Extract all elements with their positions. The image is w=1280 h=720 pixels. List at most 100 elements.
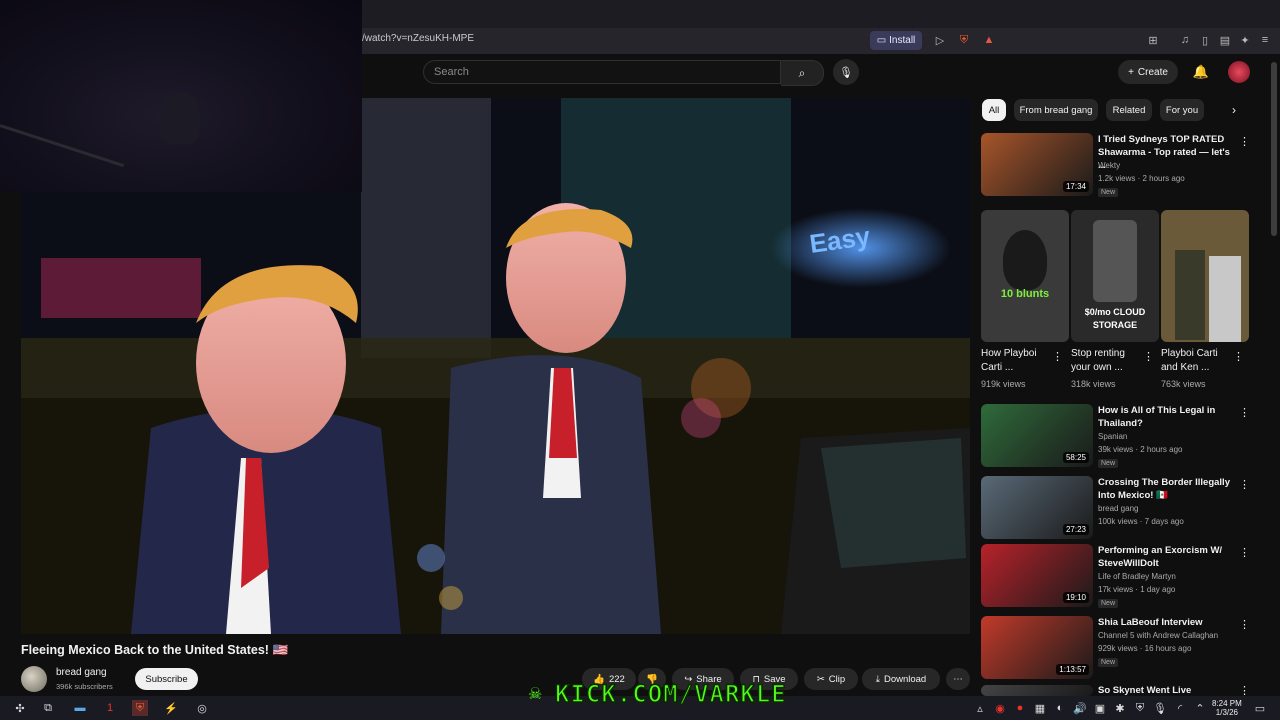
rec-channel[interactable]: Life of Bradley Martyn xyxy=(1098,571,1176,583)
sidebar-icon[interactable]: ▯ xyxy=(1198,33,1212,47)
rec-title[interactable]: So Skynet Went Live xyxy=(1098,684,1232,696)
rec-title[interactable]: Performing an Exorcism W/ SteveWillDoIt xyxy=(1098,544,1232,570)
obs-icon[interactable]: ◎ xyxy=(194,700,210,716)
tray-icon[interactable]: ▵ xyxy=(972,700,988,716)
start-icon[interactable]: ✣ xyxy=(12,700,28,716)
more-vert-icon[interactable]: ⋮ xyxy=(1239,618,1250,631)
more-actions-button[interactable]: ⋯ xyxy=(946,668,970,690)
new-badge: New xyxy=(1098,658,1119,667)
voice-search-icon[interactable]: 🎙 xyxy=(833,59,859,85)
wallet-icon[interactable]: ▤ xyxy=(1218,33,1232,47)
new-badge: New xyxy=(1098,459,1119,468)
clip-button[interactable]: ✂ Clip xyxy=(804,668,858,690)
shield-icon[interactable]: ⛨ xyxy=(1132,700,1148,716)
duration-badge: 58:25 xyxy=(1062,452,1089,463)
search-input[interactable]: Search xyxy=(423,60,781,84)
rec-meta: 17k views · 1 day ago xyxy=(1098,585,1176,594)
tray-icon[interactable]: ▣ xyxy=(1092,700,1108,716)
create-label: Create xyxy=(1137,66,1168,78)
more-vert-icon[interactable]: ⋮ xyxy=(1143,350,1154,363)
file-explorer-icon[interactable]: ▬ xyxy=(72,700,88,716)
cast-icon[interactable]: ▷ xyxy=(933,33,947,47)
scissors-icon: ✂ xyxy=(816,673,825,685)
menu-icon[interactable]: ≡ xyxy=(1258,33,1272,47)
rec-title[interactable]: Crossing The Border Illegally Into Mexic… xyxy=(1098,476,1232,502)
short-title[interactable]: Playboi Carti and Ken ... xyxy=(1161,347,1233,375)
chip-related[interactable]: Related xyxy=(1106,99,1152,121)
download-icon: ⤓ xyxy=(875,673,880,685)
short-thumbnail[interactable]: 10 blunts xyxy=(981,210,1069,342)
more-vert-icon[interactable]: ⋮ xyxy=(1239,135,1250,148)
short-title[interactable]: Stop renting your own ... xyxy=(1071,347,1143,375)
scrollbar-thumb[interactable] xyxy=(1271,62,1277,236)
bluetooth-icon[interactable]: ✱ xyxy=(1112,700,1128,716)
short-views: 318k views xyxy=(1071,379,1116,389)
chip-from-channel[interactable]: From bread gang xyxy=(1014,99,1098,121)
subscribe-button[interactable]: Subscribe xyxy=(135,668,198,690)
notifications-bell-icon[interactable]: 🔔 xyxy=(1192,62,1210,82)
short-caption: $0/mo CLOUD STORAGE xyxy=(1084,307,1146,330)
account-avatar[interactable] xyxy=(1228,61,1250,83)
skull-icon: ☠ xyxy=(528,686,543,703)
more-vert-icon[interactable]: ⋮ xyxy=(1239,478,1250,491)
chevron-up-icon[interactable]: ⌃ xyxy=(1192,700,1208,716)
task-view-icon[interactable]: ⧉ xyxy=(40,700,56,716)
rec-thumbnail[interactable]: 1:13:57 xyxy=(981,616,1093,679)
app-icon[interactable]: 1 xyxy=(102,700,118,716)
rec-meta: 1.2k views · 2 hours ago xyxy=(1098,174,1185,183)
rec-thumbnail[interactable] xyxy=(981,685,1093,696)
channel-avatar[interactable] xyxy=(21,666,47,692)
rec-thumbnail[interactable]: 17:34 xyxy=(981,133,1093,196)
install-button[interactable]: ▭ Install xyxy=(870,31,922,50)
brave-browser-icon[interactable]: ⛨ xyxy=(132,700,148,716)
tray-icon[interactable]: ◐ xyxy=(1052,700,1068,716)
new-badge: New xyxy=(1098,599,1119,608)
record-icon[interactable]: ◉ xyxy=(992,700,1008,716)
more-vert-icon[interactable]: ⋮ xyxy=(1239,406,1250,419)
thumbnail-image xyxy=(981,685,1093,696)
rewards-icon[interactable]: ▲ xyxy=(982,33,996,47)
download-label: Download xyxy=(883,673,927,685)
chevron-right-icon[interactable]: › xyxy=(1226,102,1242,118)
clock-time: 8:24 PM xyxy=(1212,699,1242,708)
tray-icon[interactable]: ▦ xyxy=(1032,700,1048,716)
rec-thumbnail[interactable]: 58:25 xyxy=(981,404,1093,467)
rec-channel[interactable]: Channel 5 with Andrew Callaghan xyxy=(1098,630,1238,642)
lightning-icon[interactable]: ⚡ xyxy=(163,700,179,716)
wifi-icon[interactable]: ◜ xyxy=(1172,700,1188,716)
create-button[interactable]: + Create xyxy=(1118,60,1178,84)
channel-name[interactable]: bread gang xyxy=(56,667,107,678)
new-badge: New xyxy=(1098,188,1119,197)
more-vert-icon[interactable]: ⋮ xyxy=(1239,546,1250,559)
puzzle-icon[interactable]: ✦ xyxy=(1238,33,1252,47)
url-text[interactable]: /watch?v=nZesuKH-MPE xyxy=(362,33,474,44)
chip-all[interactable]: All xyxy=(982,99,1006,121)
search-icon[interactable]: ⌕ xyxy=(781,60,824,86)
brave-shield-icon[interactable]: ⛨ xyxy=(957,33,971,47)
short-thumbnail[interactable] xyxy=(1161,210,1249,342)
volume-icon[interactable]: 🔊 xyxy=(1072,700,1088,716)
mic-arm xyxy=(0,124,125,168)
tray-dot-icon[interactable]: ● xyxy=(1012,700,1028,716)
rec-title[interactable]: Shia LaBeouf Interview xyxy=(1098,616,1232,629)
extensions-icon[interactable]: ⊞ xyxy=(1146,33,1160,47)
media-icon[interactable]: ♫ xyxy=(1178,33,1192,47)
rec-title[interactable]: How is All of This Legal in Thailand? xyxy=(1098,404,1232,430)
rec-thumbnail[interactable]: 27:23 xyxy=(981,476,1093,539)
show-desktop-icon[interactable]: ▭ xyxy=(1252,700,1268,716)
more-vert-icon[interactable]: ⋮ xyxy=(1052,350,1063,363)
chip-for-you[interactable]: For you xyxy=(1160,99,1204,121)
rec-channel[interactable]: bread gang xyxy=(1098,503,1138,515)
download-button[interactable]: ⤓ Download xyxy=(862,668,940,690)
more-vert-icon[interactable]: ⋮ xyxy=(1233,350,1244,363)
system-clock[interactable]: 8:24 PM 1/3/26 xyxy=(1212,699,1242,717)
rec-channel[interactable]: Wekty xyxy=(1098,160,1120,172)
short-title[interactable]: How Playboi Carti ... xyxy=(981,347,1053,375)
short-thumbnail[interactable]: $0/mo CLOUD STORAGE xyxy=(1071,210,1159,342)
mic-icon[interactable]: 🎙 xyxy=(1152,700,1168,716)
rec-thumbnail[interactable]: 19:10 xyxy=(981,544,1093,607)
webcam-overlay xyxy=(0,0,362,192)
install-label: Install xyxy=(889,35,916,46)
more-vert-icon[interactable]: ⋮ xyxy=(1239,684,1247,696)
rec-channel[interactable]: Spanian xyxy=(1098,431,1127,443)
